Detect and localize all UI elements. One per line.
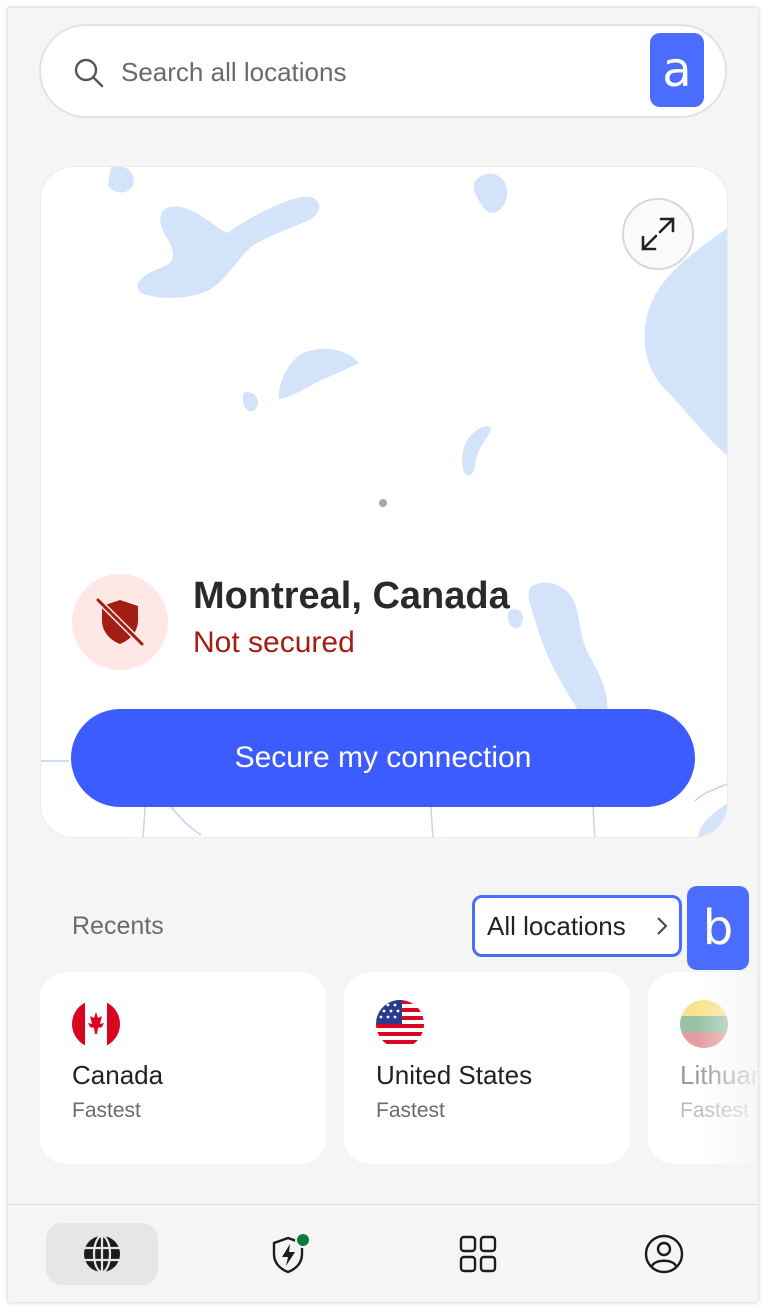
annotation-badge-b: b bbox=[687, 886, 749, 970]
recent-location-name: United States bbox=[376, 1060, 533, 1090]
unsecured-status-icon bbox=[72, 574, 168, 670]
chevron-right-icon bbox=[657, 917, 668, 935]
globe-icon bbox=[84, 1234, 120, 1274]
expand-map-button[interactable] bbox=[622, 198, 694, 270]
recent-location-name: Canada bbox=[72, 1060, 164, 1090]
expand-icon bbox=[641, 217, 675, 251]
grid-icon bbox=[459, 1235, 497, 1273]
scroll-fade bbox=[698, 972, 758, 1164]
secure-connection-button[interactable]: Secure my connection bbox=[71, 709, 695, 807]
annotation-badge-a: a bbox=[650, 33, 704, 107]
all-locations-label: All locations bbox=[487, 910, 626, 941]
connection-status-text: Not secured bbox=[193, 626, 355, 659]
map-card[interactable]: Montreal, Canada Not secured Secure my c… bbox=[40, 166, 728, 838]
search-icon bbox=[74, 58, 104, 88]
all-locations-link[interactable]: All locations bbox=[472, 895, 682, 957]
current-location-name: Montreal, Canada bbox=[193, 575, 510, 617]
nav-apps[interactable] bbox=[422, 1223, 534, 1285]
app-screen: a bbox=[8, 8, 758, 1302]
shield-bolt-icon bbox=[272, 1232, 311, 1274]
nav-locations[interactable] bbox=[46, 1223, 158, 1285]
nav-account[interactable] bbox=[608, 1223, 720, 1285]
account-icon bbox=[644, 1234, 684, 1274]
canada-flag-icon bbox=[72, 1000, 120, 1048]
bottom-navigation bbox=[8, 1204, 758, 1302]
recent-location-card[interactable]: United States Fastest bbox=[344, 972, 630, 1164]
recent-location-sub: Fastest bbox=[376, 1099, 445, 1122]
shield-off-icon bbox=[95, 597, 145, 647]
recents-heading: Recents bbox=[72, 912, 164, 940]
us-flag-icon bbox=[376, 1000, 424, 1048]
search-input[interactable] bbox=[121, 46, 641, 98]
recent-location-card[interactable]: Canada Fastest bbox=[40, 972, 326, 1164]
nav-protection[interactable] bbox=[234, 1223, 346, 1285]
recent-location-sub: Fastest bbox=[72, 1099, 141, 1122]
search-bar[interactable] bbox=[39, 24, 727, 118]
